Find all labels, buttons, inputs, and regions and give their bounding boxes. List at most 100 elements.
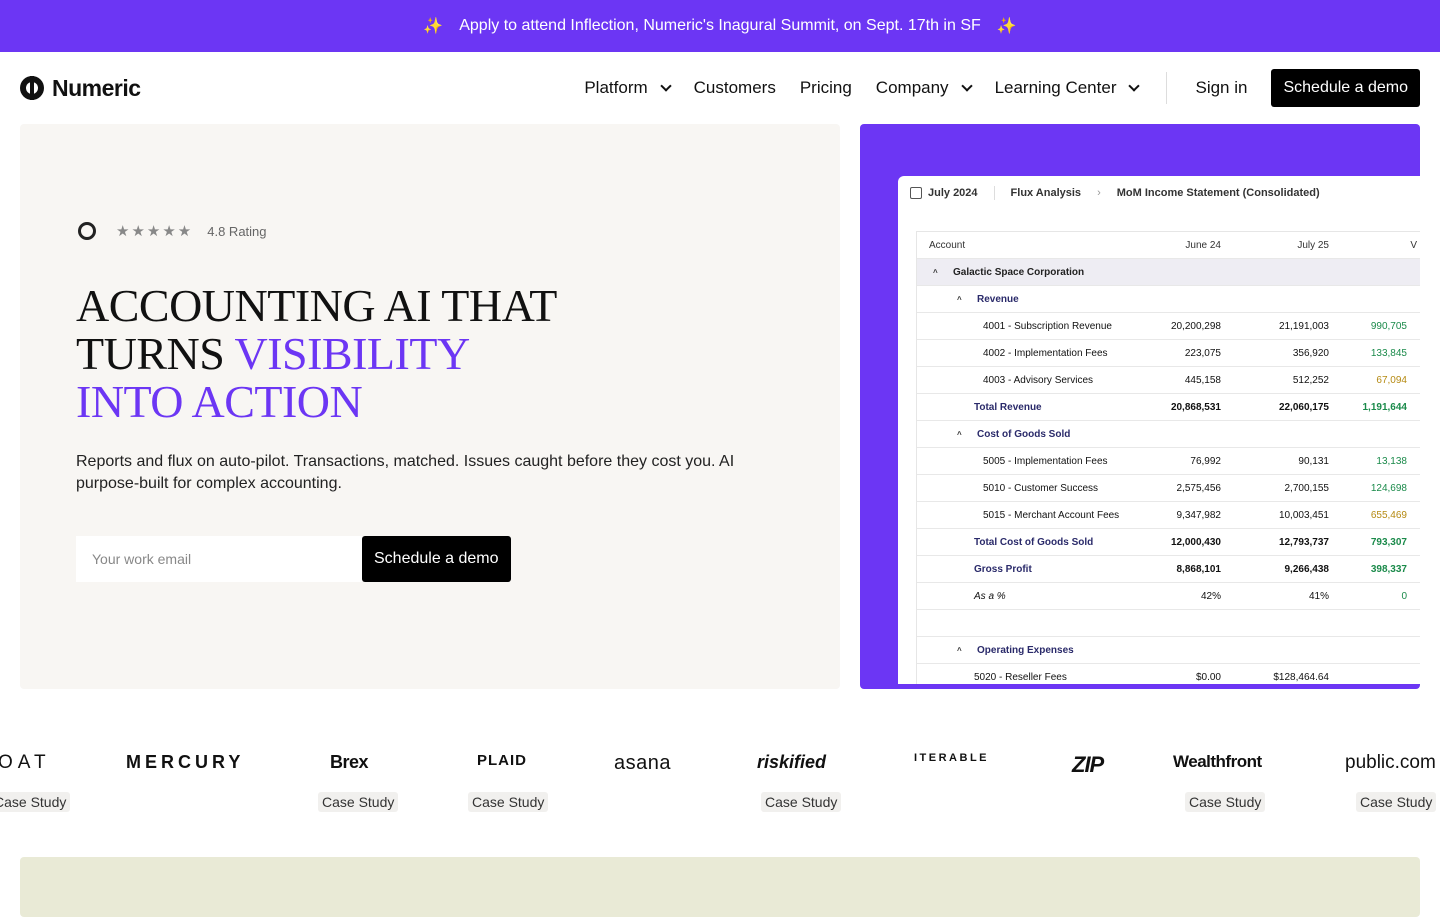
row-label: Total Revenue	[974, 401, 1042, 413]
table-row[interactable]: 5005 - Implementation Fees 76,992 90,131 13…	[917, 448, 1420, 475]
nav-customers-label: Customers	[693, 78, 776, 97]
chevron-down-icon	[960, 80, 973, 92]
period-selector[interactable]: July 2024	[910, 187, 978, 199]
table-row[interactable]: 5020 - Reseller Fees $0.00 $128,464.64	[917, 664, 1420, 684]
row-label: 4001 - Subscription Revenue	[983, 320, 1112, 332]
customer-logo[interactable]: asana	[614, 752, 671, 775]
customer-logo-name: MERCURY	[126, 752, 245, 772]
chevron-down-icon	[1128, 80, 1141, 92]
table-row[interactable]	[917, 610, 1420, 637]
case-study-link[interactable]: Case Study	[318, 792, 399, 812]
row-label: 5015 - Merchant Account Fees	[983, 509, 1120, 521]
nav-company[interactable]: Company	[876, 78, 973, 98]
table-row[interactable]: 5010 - Customer Success 2,575,456 2,700,15…	[917, 475, 1420, 502]
variance-cell: 990,705	[1370, 320, 1407, 332]
case-study-link[interactable]: Case Study	[761, 792, 842, 812]
variance-cell: 655,469	[1370, 509, 1407, 521]
announcement-banner[interactable]: ✨ Apply to attend Inflection, Numeric's …	[0, 0, 1440, 52]
customer-logo[interactable]: MERCURY	[126, 752, 244, 773]
table-row[interactable]: Total Revenue 20,868,531 22,060,175 1,191,6…	[917, 394, 1420, 421]
customer-logo[interactable]: OAT	[0, 752, 51, 774]
col-account: Account	[929, 239, 966, 251]
product-preview: July 2024 Flux Analysis › MoM Income Sta…	[860, 124, 1420, 689]
crumb-flux-analysis[interactable]: Flux Analysis	[1011, 187, 1082, 199]
collapse-toggle-icon[interactable]: ^	[933, 268, 938, 277]
headline-accent: VISIBILITY	[234, 328, 470, 379]
collapse-toggle-icon[interactable]: ^	[957, 430, 962, 439]
customer-logo[interactable]: PLAID	[477, 752, 527, 769]
customer-logo[interactable]: public.com	[1345, 752, 1436, 774]
customer-logo-name: ITERABLE	[914, 752, 989, 764]
customer-logo-name: Brex	[330, 752, 369, 772]
schedule-demo-button[interactable]: Schedule a demo	[1271, 69, 1420, 107]
case-study-link[interactable]: Case Study	[1356, 792, 1437, 812]
collapse-toggle-icon[interactable]: ^	[957, 295, 962, 304]
case-study-link[interactable]: Case Study	[1185, 792, 1266, 812]
table-row[interactable]: 5015 - Merchant Account Fees 9,347,982 10,…	[917, 502, 1420, 529]
row-label: 4003 - Advisory Services	[983, 374, 1094, 386]
crumb-divider	[993, 186, 995, 200]
hero-card: ★★★★★ 4.8 Rating ACCOUNTING AI THAT TURN…	[20, 124, 840, 689]
customer-logo-name: riskified	[757, 752, 827, 772]
banner-text: Apply to attend Inflection, Numeric's In…	[459, 17, 981, 34]
customer-logo[interactable]: ZIP	[1072, 752, 1104, 778]
table-row[interactable]: ^ Cost of Goods Sold	[917, 421, 1420, 448]
table-row[interactable]: ^ Revenue	[917, 286, 1420, 313]
nav-platform-label: Platform	[584, 78, 648, 97]
col-june: June 24	[1185, 239, 1221, 251]
case-study-link[interactable]: Case Study	[468, 792, 549, 812]
table-row[interactable]: 4001 - Subscription Revenue 20,200,298 21,…	[917, 313, 1420, 340]
nav-learning-center-label: Learning Center	[994, 78, 1117, 97]
chevron-right-icon: ›	[1097, 187, 1101, 199]
sign-in-link[interactable]: Sign in	[1195, 78, 1247, 98]
table-row[interactable]: 4003 - Advisory Services 445,158 512,252 67…	[917, 367, 1420, 394]
rating-row: ★★★★★ 4.8 Rating	[78, 222, 267, 240]
customer-logo[interactable]: riskified	[757, 752, 826, 773]
nav-customers[interactable]: Customers	[694, 78, 776, 98]
table-row[interactable]: ^ Galactic Space Corporation	[917, 259, 1420, 286]
table-row[interactable]: As a % 42% 41% 0	[917, 583, 1420, 610]
row-label: As a %	[974, 590, 1006, 602]
customer-logo-name: asana	[614, 752, 671, 774]
row-label: Total Cost of Goods Sold	[974, 536, 1094, 548]
row-label: Revenue	[977, 293, 1019, 305]
nav-platform[interactable]: Platform	[584, 78, 672, 98]
headline-line-2a: TURNS	[76, 328, 235, 379]
variance-cell: 133,845	[1370, 347, 1407, 359]
table-row[interactable]: Gross Profit 8,868,101 9,266,438 398,337	[917, 556, 1420, 583]
customer-logo-name: ZIP	[1072, 752, 1104, 777]
row-label: 5010 - Customer Success	[983, 482, 1099, 494]
row-label: 5020 - Reseller Fees	[974, 671, 1067, 683]
headline-line-3: INTO ACTION	[76, 376, 363, 427]
star-rating-icon: ★★★★★	[116, 223, 194, 240]
rating-text: 4.8 Rating	[207, 223, 267, 239]
hero-schedule-demo-button[interactable]: Schedule a demo	[362, 536, 511, 582]
nav-pricing[interactable]: Pricing	[800, 78, 852, 98]
customer-logo[interactable]: Brex	[330, 752, 369, 773]
table-row[interactable]: ^ Operating Expenses	[917, 637, 1420, 664]
table-row[interactable]: 4002 - Implementation Fees 223,075 356,920…	[917, 340, 1420, 367]
brand-logo[interactable]: Numeric	[20, 75, 141, 102]
numeric-logo-icon	[20, 76, 44, 100]
customer-logo-name: PLAID	[477, 752, 527, 769]
value-cell: $128,464.64	[1273, 671, 1329, 683]
sign-in-label: Sign in	[1195, 78, 1248, 97]
nav-learning-center[interactable]: Learning Center	[994, 78, 1141, 98]
col-variance: V	[1410, 239, 1417, 251]
variance-cell: 13,138	[1376, 455, 1407, 467]
nav-pricing-label: Pricing	[799, 78, 852, 97]
value-cell: 223,075	[1184, 347, 1221, 359]
crumb-income-statement[interactable]: MoM Income Statement (Consolidated)	[1117, 187, 1320, 199]
customer-logo-name: Wealthfront	[1173, 752, 1262, 771]
case-study-link[interactable]: Case Study	[0, 792, 71, 812]
customer-logo-name: OAT	[0, 752, 51, 773]
flux-report-panel: July 2024 Flux Analysis › MoM Income Sta…	[898, 176, 1420, 684]
chevron-down-icon	[659, 80, 672, 92]
customer-logo[interactable]: ITERABLE	[914, 752, 989, 764]
customer-logo[interactable]: Wealthfront	[1173, 752, 1262, 772]
row-label: Operating Expenses	[977, 644, 1074, 656]
collapse-toggle-icon[interactable]: ^	[957, 646, 962, 655]
sparkle-icon: ✨	[423, 18, 444, 35]
table-row[interactable]: Total Cost of Goods Sold 12,000,430 12,793…	[917, 529, 1420, 556]
email-input[interactable]	[76, 536, 362, 582]
